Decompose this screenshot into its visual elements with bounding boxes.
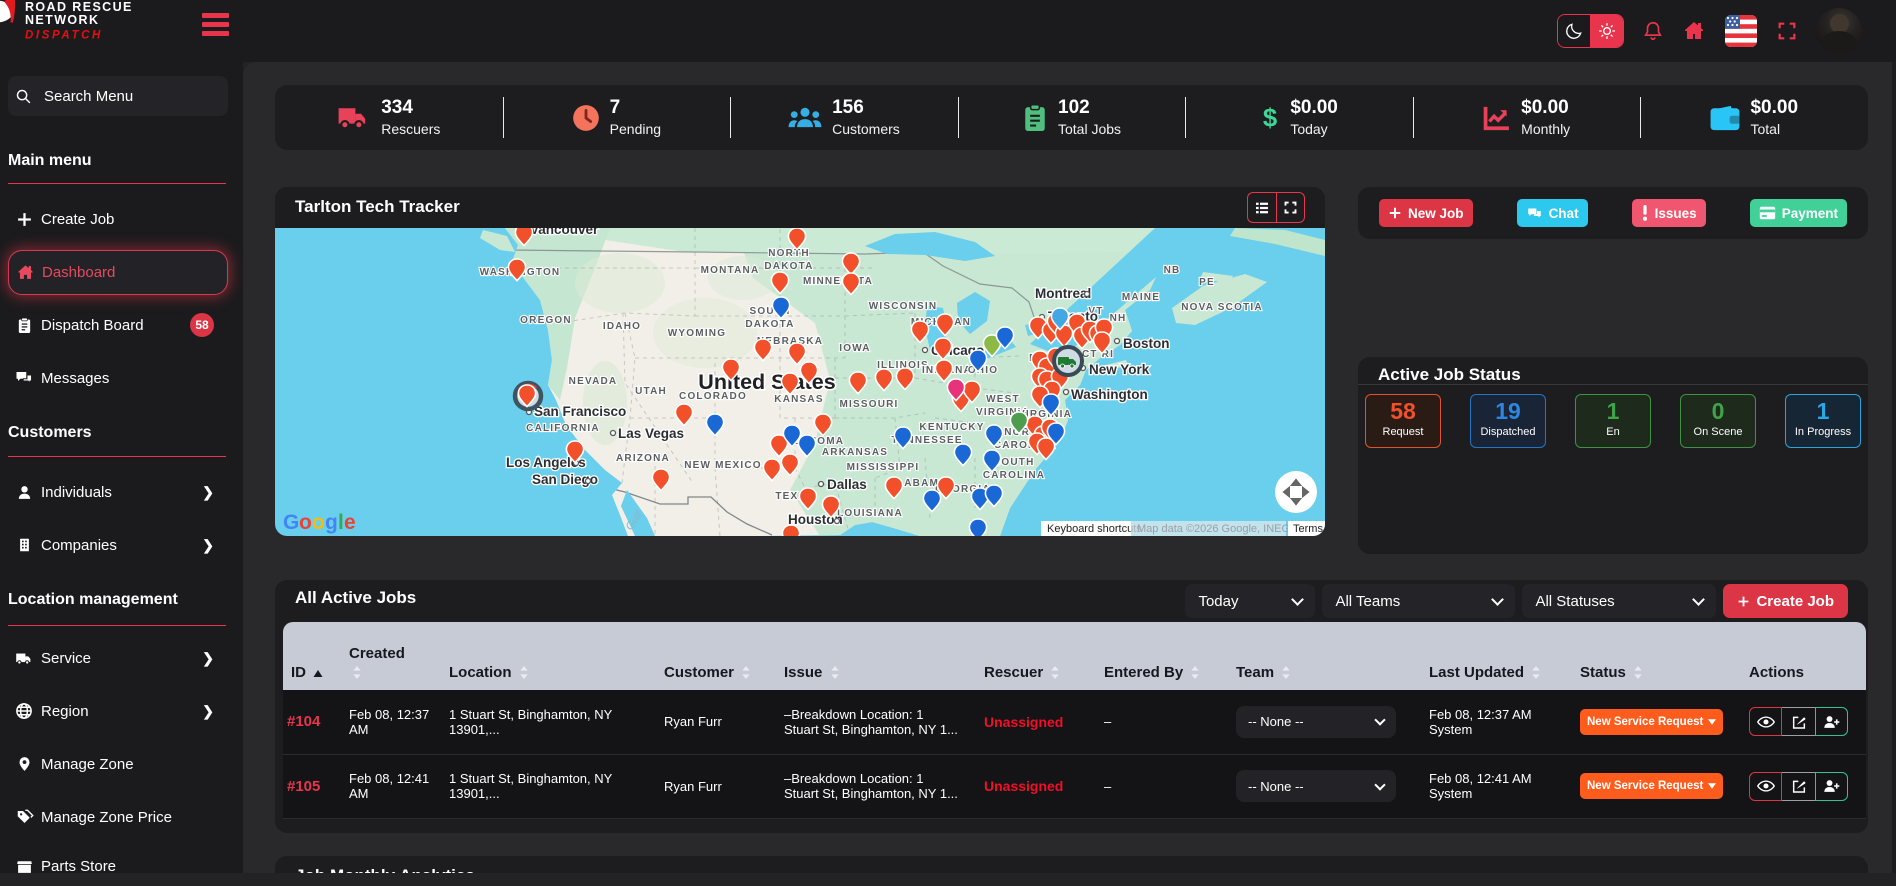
svg-text:e: e bbox=[344, 511, 356, 534]
svg-text:o: o bbox=[299, 511, 312, 534]
svg-text:Washington: Washington bbox=[1071, 387, 1148, 402]
svg-text:MINNESOTA: MINNESOTA bbox=[803, 276, 873, 287]
svg-text:Boston: Boston bbox=[1123, 336, 1170, 351]
svg-text:$: $ bbox=[1263, 104, 1277, 132]
svg-text:ROAD RESCUE: ROAD RESCUE bbox=[25, 0, 133, 14]
svg-text:Map data ©2026 Google, INEGI: Map data ©2026 Google, INEGI bbox=[1137, 523, 1293, 535]
svg-text:LOUISIANA: LOUISIANA bbox=[837, 508, 903, 519]
svg-text:Terms: Terms bbox=[1293, 523, 1323, 535]
svg-text:Montreal: Montreal bbox=[1035, 286, 1091, 301]
svg-text:MISSOURI: MISSOURI bbox=[839, 399, 898, 410]
svg-text:UTAH: UTAH bbox=[635, 386, 667, 397]
svg-text:NORTH: NORTH bbox=[768, 248, 810, 259]
svg-text:DAKOTA: DAKOTA bbox=[764, 261, 813, 272]
svg-text:ARKANSAS: ARKANSAS bbox=[822, 447, 888, 458]
svg-text:CT RI: CT RI bbox=[1082, 349, 1114, 360]
svg-text:NEW MEXICO: NEW MEXICO bbox=[684, 460, 762, 471]
svg-text:New York: New York bbox=[1089, 362, 1150, 377]
svg-text:NH: NH bbox=[1110, 313, 1127, 324]
svg-text:Dallas: Dallas bbox=[827, 477, 867, 492]
svg-text:NEVADA: NEVADA bbox=[569, 376, 618, 387]
svg-text:g: g bbox=[325, 511, 338, 534]
svg-text:IOWA: IOWA bbox=[839, 343, 870, 354]
svg-text:PE: PE bbox=[1199, 277, 1215, 288]
svg-text:KENTUCKY: KENTUCKY bbox=[919, 422, 984, 433]
svg-text:MONTANA: MONTANA bbox=[701, 265, 760, 276]
svg-text:DAKOTA: DAKOTA bbox=[745, 319, 794, 330]
svg-text:Keyboard shortcuts: Keyboard shortcuts bbox=[1047, 523, 1142, 535]
svg-text:Las Vegas: Las Vegas bbox=[618, 426, 684, 441]
svg-text:WYOMING: WYOMING bbox=[668, 328, 726, 339]
svg-text:Vancouver: Vancouver bbox=[530, 228, 599, 237]
svg-text:l: l bbox=[338, 511, 344, 534]
svg-text:ARIZONA: ARIZONA bbox=[616, 453, 670, 464]
svg-text:OREGON: OREGON bbox=[520, 315, 572, 326]
svg-text:MAINE: MAINE bbox=[1122, 292, 1160, 303]
svg-text:NB: NB bbox=[1164, 265, 1181, 276]
svg-text:NETWORK: NETWORK bbox=[25, 13, 99, 27]
svg-text:CALIFORNIA: CALIFORNIA bbox=[526, 423, 600, 434]
svg-text:KANSAS: KANSAS bbox=[774, 394, 823, 405]
svg-text:DISPATCH: DISPATCH bbox=[25, 30, 103, 42]
svg-text:o: o bbox=[312, 511, 325, 534]
svg-text:G: G bbox=[283, 511, 299, 534]
svg-text:San Francisco: San Francisco bbox=[534, 404, 626, 419]
svg-text:MISSISSIPPI: MISSISSIPPI bbox=[847, 462, 920, 473]
svg-text:WEST: WEST bbox=[986, 394, 1020, 405]
svg-text:NOVA SCOTIA: NOVA SCOTIA bbox=[1181, 302, 1263, 313]
svg-text:WISCONSIN: WISCONSIN bbox=[869, 301, 938, 312]
svg-text:IDAHO: IDAHO bbox=[603, 321, 641, 332]
